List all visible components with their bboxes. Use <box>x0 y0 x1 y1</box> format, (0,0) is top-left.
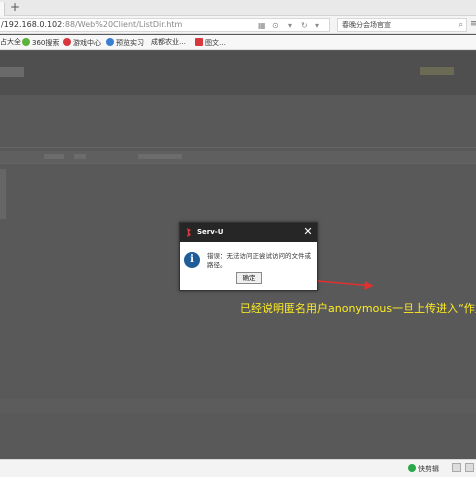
annotation-arrow-icon <box>317 280 374 290</box>
annotation-text: 已经说明匿名用户anonymous一旦上传进入“作业 <box>240 302 476 315</box>
